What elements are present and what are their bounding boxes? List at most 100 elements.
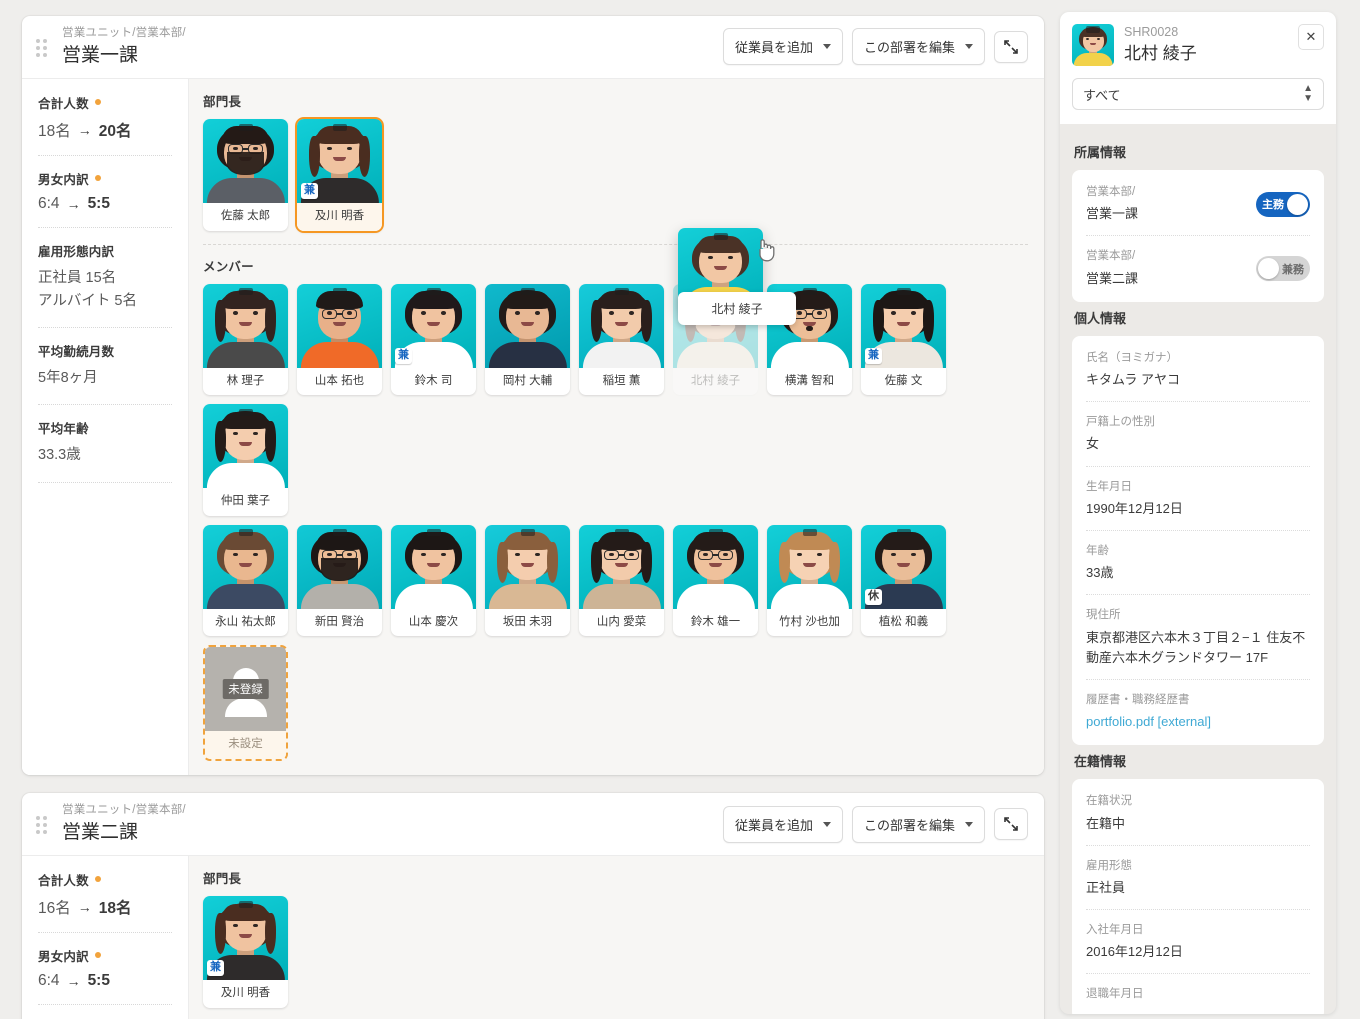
- stat-line: 33.3歳: [38, 447, 81, 464]
- divider: [38, 931, 172, 933]
- person-card[interactable]: 坂田 未羽: [485, 524, 570, 637]
- stat-after: 5:5: [87, 971, 110, 989]
- field-label: 在籍状況: [1086, 795, 1132, 808]
- unregistered-person-card[interactable]: 未登録 未設定: [203, 645, 288, 762]
- person-card[interactable]: 休植松 和義: [861, 524, 946, 637]
- person-photo: 未登録: [205, 647, 286, 732]
- expand-button[interactable]: [994, 30, 1028, 63]
- panel-person: SHR0028 北村 綾子 ✕: [1072, 24, 1324, 66]
- person-photo: 兼: [391, 283, 476, 368]
- person-card[interactable]: 竹村 沙也加: [767, 524, 852, 637]
- person-name: 未設定: [205, 731, 286, 760]
- person-card[interactable]: 兼佐藤 文: [861, 283, 946, 396]
- person-name: 岡村 大輔: [502, 374, 553, 387]
- stat-values: 6:4 → 5:5: [38, 972, 172, 990]
- dragged-person-card[interactable]: 北村 綾子: [678, 228, 796, 325]
- edit-department-button[interactable]: この部署を編集: [851, 805, 985, 843]
- field-label: 戸籍上の性別: [1086, 416, 1155, 429]
- add-employee-label: 従業員を追加: [734, 817, 813, 833]
- person-name: 及川 明香: [297, 202, 382, 231]
- stat-before: 6:4: [38, 971, 60, 989]
- person-name: 稲垣 薫: [602, 374, 641, 387]
- person-name: 林 理子: [226, 374, 265, 387]
- header-actions: 従業員を追加 この部署を編集: [722, 805, 1028, 843]
- toggle-knob: [1258, 258, 1279, 280]
- drag-handle-icon[interactable]: [36, 38, 50, 59]
- stat-block: 男女内訳 6:4 → 5:5: [38, 946, 172, 1005]
- person-card[interactable]: 山本 拓也: [297, 283, 382, 396]
- field-label: 雇用形態: [1086, 859, 1132, 872]
- grab-cursor-icon: [759, 239, 775, 262]
- department-stats: 合計人数 18名 → 20名 男女内訳 6:4 → 5:5 雇用形態内訳 正社員 15名 アルバイト…: [22, 78, 189, 776]
- person-badge: 兼: [207, 960, 224, 976]
- department-card: 営業ユニット/営業本部/営業二課 従業員を追加 この部署を編集 合計人数 16名 → 18名…: [22, 793, 1044, 1019]
- panel-section-title: 個人情報: [1074, 310, 1127, 326]
- person-badge: 兼: [395, 347, 412, 364]
- person-photo: 兼: [203, 895, 288, 980]
- person-name: 佐藤 文: [884, 374, 923, 387]
- changed-dot-icon: [94, 175, 101, 182]
- department-titles: 営業ユニット/営業本部/営業一課: [62, 25, 723, 69]
- divider: [38, 1003, 172, 1005]
- person-card[interactable]: 兼及川 明香: [203, 895, 288, 1008]
- add-employee-button[interactable]: 従業員を追加: [722, 805, 843, 843]
- expand-button[interactable]: [994, 808, 1028, 841]
- detail-field: 生年月日 1990年12月12日: [1086, 467, 1310, 531]
- stat-values: 16名 → 18名: [38, 896, 172, 918]
- edit-department-label: この部署を編集: [863, 40, 955, 56]
- panel-filter-select[interactable]: すべて ▲ ▼: [1072, 78, 1324, 110]
- panel-avatar: [1072, 24, 1114, 66]
- assignment-text: 営業本部/営業一課: [1086, 184, 1256, 224]
- edit-department-label: この部署を編集: [863, 817, 955, 833]
- assignment-toggle[interactable]: 兼務: [1256, 256, 1310, 282]
- person-card[interactable]: 山本 慶次: [391, 524, 476, 637]
- stat-label: 男女内訳: [38, 172, 89, 187]
- assignment-toggle[interactable]: 主務: [1256, 191, 1310, 217]
- person-card[interactable]: 仲田 葉子: [203, 404, 288, 516]
- person-name: 永山 祐太郎: [215, 615, 276, 628]
- panel-section-box: 氏名（ヨミガナ） キタムラ アヤコ 戸籍上の性別女生年月日 1990年12月12日 年齢…: [1072, 335, 1324, 746]
- changed-dot-icon: [94, 876, 101, 883]
- stat-label: 平均勤続月数: [38, 345, 115, 360]
- changed-dot-icon: [94, 99, 101, 106]
- close-icon[interactable]: ✕: [1298, 24, 1324, 50]
- person-card[interactable]: 林 理子: [203, 283, 288, 396]
- person-name: 及川 明香: [220, 986, 271, 999]
- person-card[interactable]: 佐藤 太郎: [203, 118, 288, 231]
- detail-field: 退職年月日: [1086, 974, 1310, 1014]
- field-label: 退職年月日: [1086, 988, 1144, 1001]
- person-photo: [485, 283, 570, 368]
- stat-block: 雇用形態内訳 正社員 15名 アルバイト 5名: [38, 241, 172, 329]
- edit-department-button[interactable]: この部署を編集: [851, 28, 985, 66]
- add-employee-button[interactable]: 従業員を追加: [722, 28, 843, 66]
- expand-icon: [1004, 817, 1018, 831]
- stat-values: 正社員 15名 アルバイト 5名: [38, 267, 172, 313]
- stat-before: 16名: [38, 899, 71, 917]
- chevron-down-icon: [822, 821, 831, 827]
- person-card[interactable]: 山内 愛菜: [579, 524, 664, 637]
- breadcrumb: 営業ユニット/営業本部/: [62, 804, 186, 817]
- drag-handle-icon[interactable]: [36, 816, 50, 836]
- person-card[interactable]: 兼及川 明香: [297, 118, 382, 231]
- arrow-icon: →: [66, 972, 81, 989]
- person-photo: [485, 524, 570, 609]
- person-card[interactable]: 永山 祐太郎: [203, 524, 288, 637]
- field-label: 履歴書・職務経歴書: [1086, 693, 1190, 706]
- stat-label: 合計人数: [38, 96, 89, 111]
- chevron-down-icon: [965, 821, 973, 827]
- person-card[interactable]: 新田 賢治: [297, 524, 382, 637]
- chevron-updown-icon: ▲ ▼: [1303, 83, 1313, 104]
- field-value: 2016年12月12日: [1086, 944, 1183, 960]
- field-value[interactable]: portfolio.pdf [external]: [1086, 712, 1310, 732]
- divider: [38, 327, 172, 329]
- panel-section-box: 在籍状況 在籍中 雇用形態 正社員 入社年月日 2016年12月12日 退職年月日: [1072, 779, 1324, 1014]
- stat-label-row: 平均年齢: [38, 418, 172, 437]
- person-card[interactable]: 岡村 大輔: [485, 283, 570, 396]
- person-name: 山内 愛菜: [596, 615, 647, 628]
- department-header: 営業ユニット/営業本部/営業一課 従業員を追加 この部署を編集: [22, 16, 1044, 79]
- person-name: 山本 拓也: [314, 374, 365, 387]
- person-card[interactable]: 兼鈴木 司: [391, 283, 476, 396]
- person-name: 山本 慶次: [408, 615, 459, 628]
- person-card[interactable]: 鈴木 雄一: [673, 524, 758, 637]
- person-card[interactable]: 稲垣 薫: [579, 283, 664, 396]
